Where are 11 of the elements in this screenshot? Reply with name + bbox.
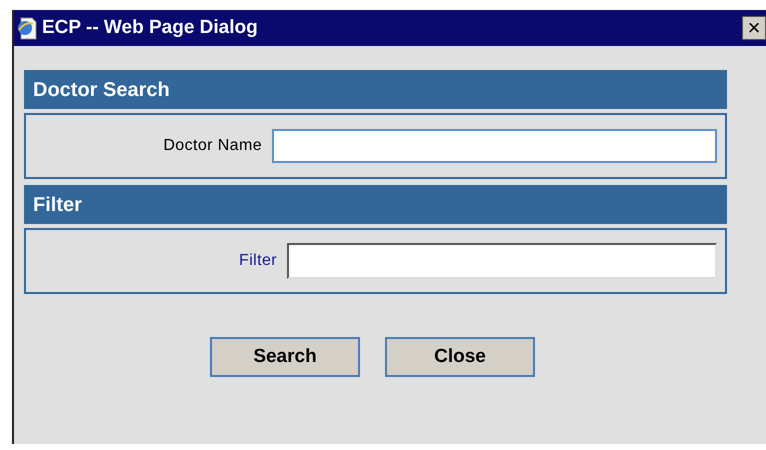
field-label: Doctor Name (163, 136, 262, 156)
globe-page-icon (16, 16, 38, 40)
dialog-button[interactable]: Search (210, 337, 360, 377)
section-header: Doctor Search (24, 70, 727, 109)
close-button[interactable]: × (742, 16, 766, 40)
window-title: ECP -- Web Page Dialog (42, 16, 258, 40)
field-label: Filter (239, 251, 277, 271)
text-field[interactable] (287, 243, 717, 279)
section-header: Filter (24, 185, 727, 224)
dialog-button[interactable]: Close (385, 337, 535, 377)
text-field[interactable] (272, 129, 717, 163)
